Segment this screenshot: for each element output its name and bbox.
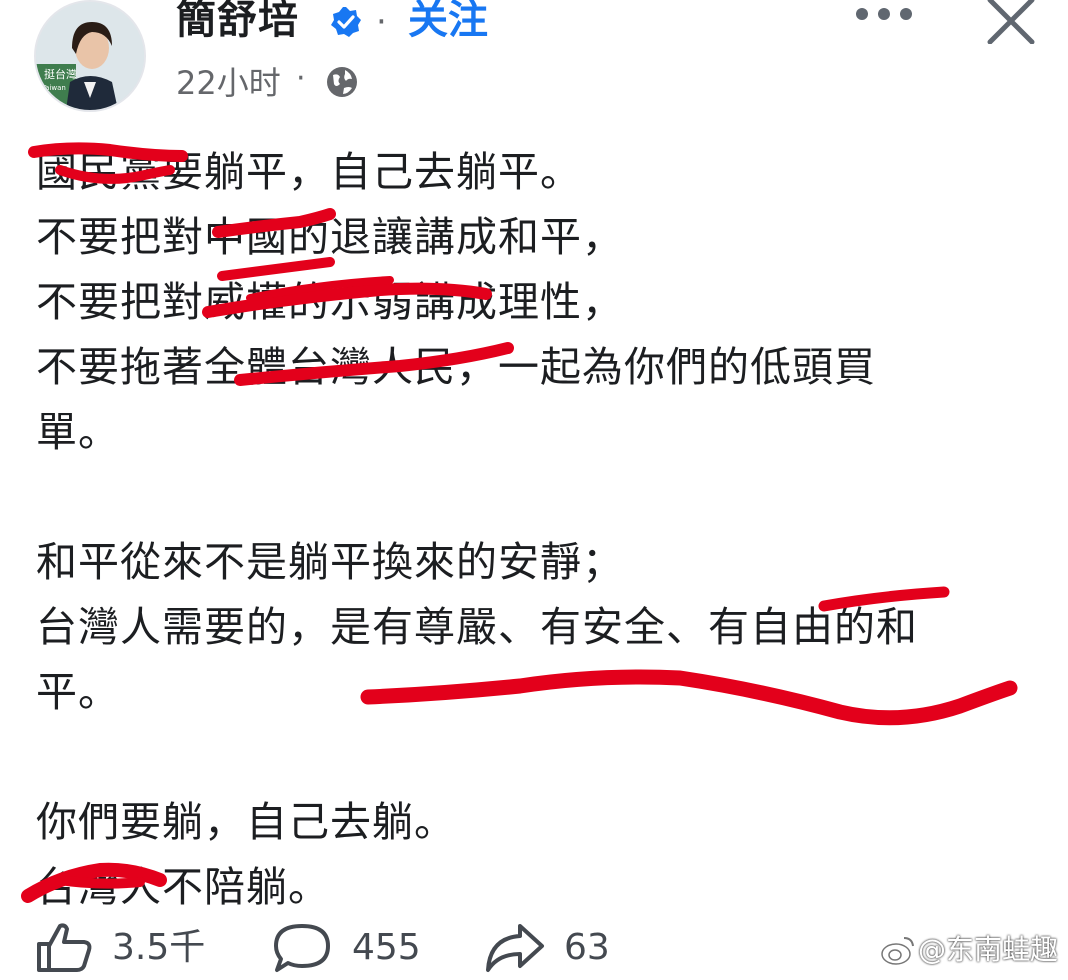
post-line: 和平從來不是躺平換來的安靜； [36,538,624,586]
post-line: 不要拖著全體台灣人民，一起為你們的低頭買 [36,343,876,391]
like-count: 3.5千 [112,927,206,968]
post-line: 平。 [36,668,120,716]
comment-bubble-icon [274,924,330,972]
comment-count: 455 [352,927,421,968]
more-options-icon[interactable] [848,0,920,36]
post-line: 國民黨要躺平，自己去躺平。 [36,148,582,196]
avatar-caption: 挺台灣 [44,67,77,81]
like-button[interactable]: 3.5千 [34,912,214,980]
avatar[interactable]: 挺台灣 Taiwan [34,0,146,112]
globe-icon [327,67,357,97]
post-line: 不要把對威權的示弱講成理性， [36,278,624,326]
weibo-logo-icon [881,937,914,965]
post-header: 挺台灣 Taiwan 簡舒培 · 关注 22小时 · [0,0,1068,120]
post-line: 單。 [36,408,120,456]
comment-button[interactable]: 455 [272,912,432,980]
share-arrow-icon [486,924,544,972]
follow-button[interactable]: 关注 [408,0,488,46]
watermark: @东南蛙趣 [918,933,1059,966]
avatar-badge: Taiwan [41,84,66,92]
separator-dot: · [376,2,387,42]
thumbs-up-icon [37,923,92,972]
close-icon[interactable] [980,0,1042,44]
share-count: 63 [564,927,610,968]
separator-dot: · [296,61,306,96]
verified-badge-icon [331,7,361,37]
post-body: 國民黨要躺平，自己去躺平。 不要把對中國的退讓講成和平， 不要把對威權的示弱講成… [36,140,1036,920]
post-line: 不要把對中國的退讓講成和平， [36,213,624,261]
author-name[interactable]: 簡舒培 [176,0,299,46]
post-timestamp[interactable]: 22小时 [176,62,281,104]
post-line: 你們要躺，自己去躺。 [36,798,456,846]
post-line: 台灣人不陪躺。 [36,863,330,911]
post-line: 台灣人需要的，是有尊嚴、有安全、有自由的和 [36,603,918,651]
share-button[interactable]: 63 [484,912,624,980]
avatar-portrait: 挺台灣 Taiwan [36,2,144,110]
